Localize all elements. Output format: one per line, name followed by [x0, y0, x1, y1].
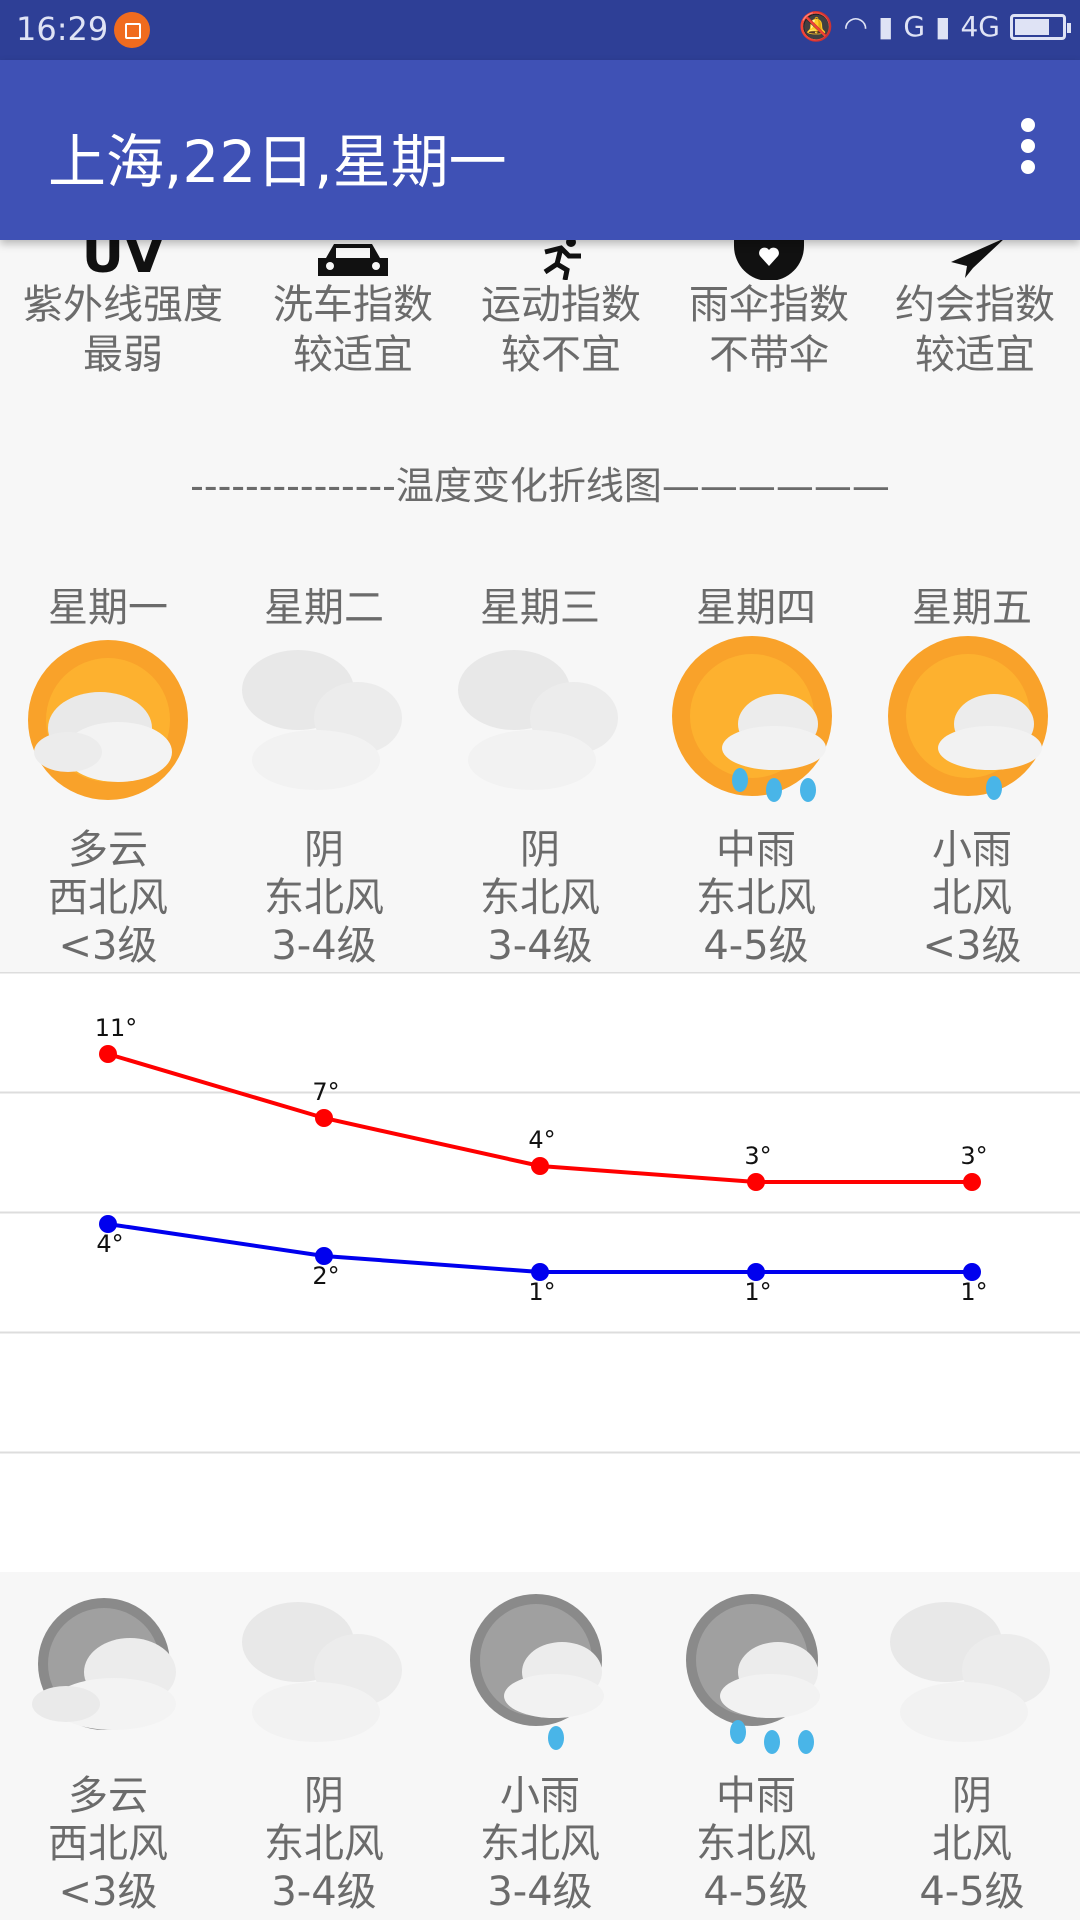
- high-temp-label: 11°: [95, 1014, 138, 1042]
- wifi-icon: ◠: [843, 10, 868, 43]
- high-temp-point: [747, 1173, 765, 1191]
- overcast-icon: [242, 1602, 402, 1742]
- index-value: 最弱: [83, 332, 163, 378]
- index-car-wash: 洗车指数 较适宜: [248, 230, 458, 380]
- sun-light-rain-icon: [888, 636, 1048, 800]
- day-name: 星期二: [264, 585, 384, 631]
- status-icons: 🔕 ◠ ▮ G ▮ 4G: [798, 10, 1071, 43]
- partly-cloudy-night-icon: [32, 1598, 176, 1730]
- index-value: 不带伞: [709, 332, 829, 378]
- index-name: 雨伞指数: [689, 282, 849, 328]
- weather-text: 多云 西北风 <3级: [48, 1773, 168, 1915]
- high-temp-label: 7°: [312, 1078, 339, 1106]
- weather-text: 小雨 东北风 3-4级: [480, 1773, 600, 1915]
- weather-text: 阴东北风 3-4级: [264, 827, 384, 969]
- index-name: 约会指数: [895, 282, 1055, 328]
- low-temp-label: 1°: [744, 1278, 771, 1306]
- low-temp-label: 2°: [312, 1262, 339, 1290]
- network-label-1: G: [903, 10, 926, 43]
- moon-light-rain-icon: [470, 1594, 604, 1750]
- overcast-icon: [458, 650, 618, 790]
- partly-cloudy-day-icon: [28, 640, 188, 800]
- weather-text: 中雨 东北风 4-5级: [696, 1773, 816, 1915]
- index-uv: UV 紫外线强度 最弱: [18, 229, 228, 380]
- temperature-chart-svg: 11° 7° 4° 3° 3° 4° 2° 1° 1° 1°: [0, 972, 1080, 1454]
- index-value: 较不宜: [501, 332, 621, 378]
- signal-icon-2: ▮: [935, 10, 951, 43]
- low-temp-label: 4°: [96, 1230, 123, 1258]
- signal-icon: ▮: [877, 10, 894, 43]
- index-name: 洗车指数: [273, 282, 433, 328]
- weather-text: 小雨 北风 <3级: [922, 827, 1022, 969]
- high-temp-label: 4°: [528, 1126, 555, 1154]
- day-weather-icons: [0, 630, 1080, 810]
- weather-text: 阴北风 4-5级: [919, 1773, 1025, 1915]
- notification-icon: [114, 12, 150, 48]
- battery-icon: [1010, 13, 1071, 40]
- index-value: 较适宜: [293, 332, 413, 378]
- index-value: 较适宜: [915, 332, 1035, 378]
- index-umbrella: 雨伞指数 不带伞: [664, 230, 874, 380]
- temperature-chart: 11° 7° 4° 3° 3° 4° 2° 1° 1° 1°: [0, 972, 1080, 1572]
- weather-text: 中雨 东北风 4-5级: [696, 827, 816, 969]
- overcast-icon: [890, 1602, 1050, 1742]
- overcast-icon: [242, 650, 402, 790]
- high-temp-point: [315, 1109, 333, 1127]
- high-temp-label: 3°: [960, 1142, 987, 1170]
- life-indices: UV 紫外线强度 最弱 洗车指数 较适宜 运动指数 较不宜 雨伞指数 不带伞 约…: [0, 229, 1080, 400]
- status-bar: 16:29 🔕 ◠ ▮ G ▮ 4G: [0, 0, 1080, 60]
- moon-moderate-rain-icon: [686, 1594, 820, 1754]
- night-weather-section: 多云 西北风 <3级 阴东北风 3-4级 小雨 东北风 3-4级 中雨 东北风 4-5级 阴北…: [0, 1572, 1080, 1920]
- day-name: 星期三: [480, 585, 600, 631]
- high-temp-point: [963, 1173, 981, 1191]
- day-name: 星期一: [48, 585, 168, 631]
- day-name: 星期四: [696, 585, 816, 631]
- index-dating: 约会指数 较适宜: [870, 230, 1080, 380]
- chart-title: ---------------温度变化折线图——————: [190, 464, 890, 508]
- index-name: 运动指数: [481, 282, 641, 328]
- network-label-2: 4G: [960, 10, 1000, 43]
- status-time: 16:29: [16, 10, 109, 48]
- low-temp-label: 1°: [960, 1278, 987, 1306]
- index-name: 紫外线强度: [23, 282, 223, 328]
- weather-text: 阴东北风 3-4级: [264, 1773, 384, 1915]
- day-name: 星期五: [912, 585, 1032, 631]
- sun-moderate-rain-icon: [672, 636, 832, 802]
- weather-text: 多云 西北风 <3级: [48, 827, 168, 969]
- mute-bell-icon: 🔕: [798, 10, 834, 43]
- high-temp-point: [99, 1045, 117, 1063]
- more-options-icon[interactable]: [1016, 118, 1040, 178]
- low-temp-label: 1°: [528, 1278, 555, 1306]
- app-bar: 上海,22日,星期一: [0, 60, 1080, 240]
- page-title: 上海,22日,星期一: [48, 128, 507, 196]
- weather-text: 阴东北风 3-4级: [480, 827, 600, 969]
- index-sport: 运动指数 较不宜: [456, 230, 666, 380]
- high-temp-point: [531, 1157, 549, 1175]
- high-temp-label: 3°: [744, 1142, 771, 1170]
